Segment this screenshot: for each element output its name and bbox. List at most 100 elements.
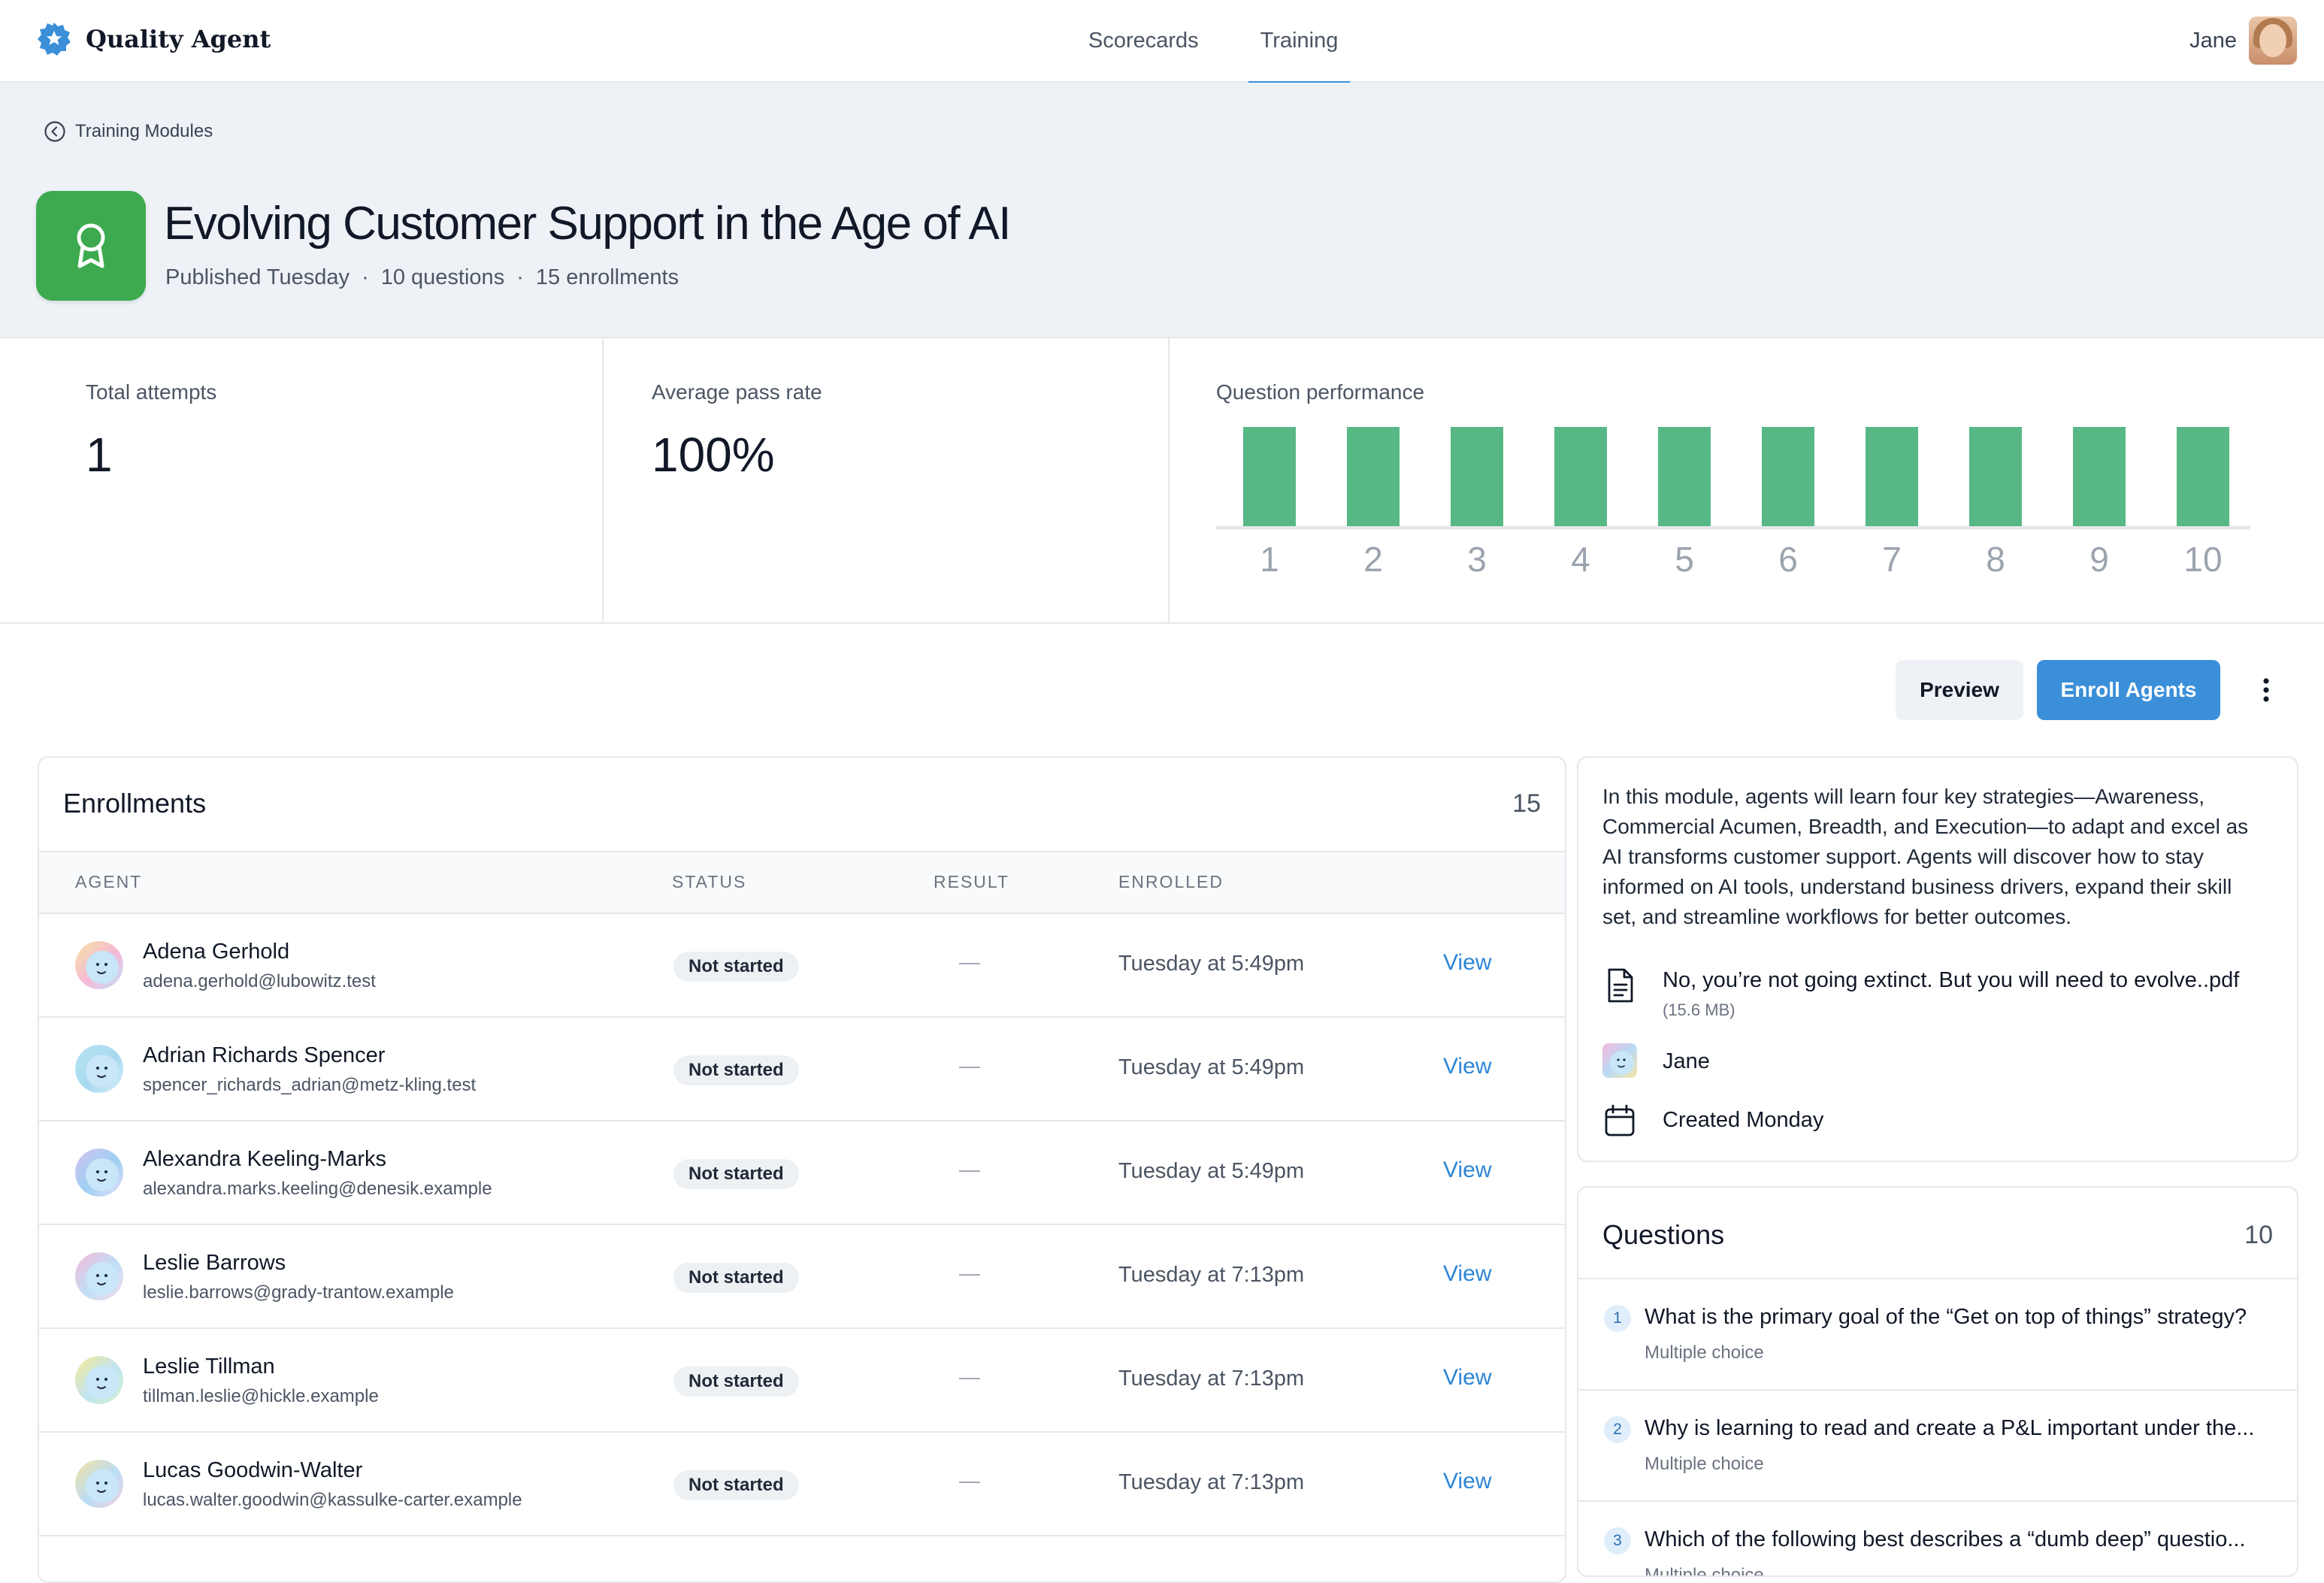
enrollments-header: Enrollments 15 [39,758,1565,851]
agent-name: Alexandra Keeling-Marks [143,1147,386,1171]
avatar-face [2259,24,2286,57]
question-performance-chart: 1 2 3 4 5 6 7 8 9 10 [1216,427,2250,579]
question-item[interactable]: 3 Which of the following best describes a… [1578,1500,2297,1577]
enrollments-count: 15 [1512,789,1541,818]
meta-separator: · [362,265,369,289]
column-agent[interactable]: AGENT [75,872,142,892]
enrolled-date: Tuesday at 7:13pm [1118,1263,1305,1287]
back-link[interactable]: Training Modules [44,120,213,143]
view-link[interactable]: View [1443,1054,1491,1079]
attachment-size: (15.6 MB) [1663,1000,1735,1019]
result-value: — [959,950,980,973]
agent-avatar [75,1356,123,1404]
total-attempts-label: Total attempts [86,380,217,404]
agent-name: Leslie Tillman [143,1354,275,1379]
status-badge: Not started [673,1159,799,1189]
performance-bar[interactable] [1554,427,1607,526]
status-badge: Not started [673,1470,799,1500]
status-badge: Not started [673,1263,799,1293]
agent-email: tillman.leslie@hickle.example [143,1386,379,1406]
performance-bar[interactable] [1347,427,1400,526]
performance-bar[interactable] [2177,427,2229,526]
performance-bar[interactable] [1866,427,1918,526]
question-type: Multiple choice [1645,1342,1764,1363]
pass-rate-label: Average pass rate [652,380,822,404]
top-bar: Quality Agent Scorecards Training Jane [0,0,2324,84]
performance-bar[interactable] [1762,427,1814,526]
column-enrolled[interactable]: ENROLLED [1118,872,1224,892]
bar-tick-label: 6 [1778,540,1798,579]
agent-email: adena.gerhold@lubowitz.test [143,971,376,991]
column-result[interactable]: RESULT [934,872,1009,892]
author-row: Jane [1602,1043,1710,1078]
status-badge: Not started [673,952,799,982]
attachment-name[interactable]: No, you’re not going extinct. But you wi… [1663,968,2239,993]
preview-button[interactable]: Preview [1896,660,2023,720]
bar-tick-label: 10 [2183,540,2222,579]
award-ribbon-icon [77,223,105,268]
module-header: Training Modules Evolving Customer Suppo… [0,83,2324,338]
table-row[interactable]: Adrian Richards Spencer spencer_richards_… [39,1018,1565,1121]
app-name: Quality Agent [86,25,271,53]
agent-email: spencer_richards_adrian@metz-kling.test [143,1075,477,1095]
view-link[interactable]: View [1443,1261,1491,1287]
tab-training[interactable]: Training [1248,0,1351,84]
view-link[interactable]: View [1443,1158,1491,1183]
bar-tick-label: 9 [2089,540,2109,579]
questions-count: 10 [2244,1221,2273,1249]
tab-scorecards[interactable]: Scorecards [1076,0,1211,83]
stats-strip: Total attempts 1 Average pass rate 100% … [0,338,2324,624]
agent-avatar [75,941,123,989]
bar-tick-label: 3 [1467,540,1487,579]
table-row[interactable]: Adena Gerhold adena.gerhold@lubowitz.test… [39,914,1565,1018]
attachment-row[interactable]: No, you’re not going extinct. But you wi… [1602,968,2239,1020]
chevron-left-circle-icon [44,121,65,142]
agent-name: Lucas Goodwin-Walter [143,1458,363,1482]
user-name: Jane [2189,28,2237,53]
result-value: — [959,1158,980,1181]
main-nav: Scorecards Training [1076,0,1387,84]
app-logo[interactable]: Quality Agent [36,21,271,57]
question-item[interactable]: 1 What is the primary goal of the “Get on… [1578,1278,2297,1389]
performance-bar[interactable] [1451,427,1503,526]
more-options-button[interactable] [2247,667,2285,713]
user-menu[interactable]: Jane [2189,17,2297,65]
user-avatar[interactable] [2249,17,2297,65]
enrolled-date: Tuesday at 5:49pm [1118,1055,1305,1079]
column-status[interactable]: STATUS [672,872,746,892]
enrollment-count: 15 enrollments [535,265,679,289]
total-attempts-stat: Total attempts 1 [0,338,603,622]
view-link[interactable]: View [1443,950,1491,976]
meta-separator: · [516,265,524,289]
agent-name: Adrian Richards Spencer [143,1043,386,1067]
enrollments-title: Enrollments [63,788,207,819]
view-link[interactable]: View [1443,1469,1491,1494]
result-value: — [959,1261,980,1285]
bar-tick-label: 5 [1675,540,1694,579]
performance-bar[interactable] [1969,427,2022,526]
question-item[interactable]: 2 Why is learning to read and create a P&… [1578,1389,2297,1500]
status-badge: Not started [673,1367,799,1397]
pass-rate-stat: Average pass rate 100% [604,338,1169,622]
agent-avatar [75,1149,123,1197]
bar-tick-label: 2 [1363,540,1383,579]
created-row: Created Monday [1602,1103,1823,1138]
module-icon [36,191,146,301]
performance-bar[interactable] [1243,427,1296,526]
view-link[interactable]: View [1443,1365,1491,1391]
table-row[interactable]: Leslie Barrows leslie.barrows@grady-trant… [39,1225,1565,1329]
question-text: What is the primary goal of the “Get on … [1645,1305,2247,1329]
question-number: 1 [1604,1305,1631,1332]
bar-tick-label: 7 [1882,540,1902,579]
calendar-icon [1602,1103,1637,1138]
table-row[interactable]: Lucas Goodwin-Walter lucas.walter.goodwin… [39,1433,1565,1536]
table-row[interactable]: Leslie Tillman tillman.leslie@hickle.exam… [39,1329,1565,1433]
performance-bar[interactable] [2073,427,2126,526]
enroll-agents-button[interactable]: Enroll Agents [2037,660,2220,720]
bar-tick-label: 4 [1571,540,1590,579]
question-text: Which of the following best describes a … [1645,1527,2246,1551]
performance-bar[interactable] [1658,427,1711,526]
table-row[interactable]: Alexandra Keeling-Marks alexandra.marks.k… [39,1121,1565,1225]
question-type: Multiple choice [1645,1565,1764,1577]
agent-name: Leslie Barrows [143,1251,286,1275]
